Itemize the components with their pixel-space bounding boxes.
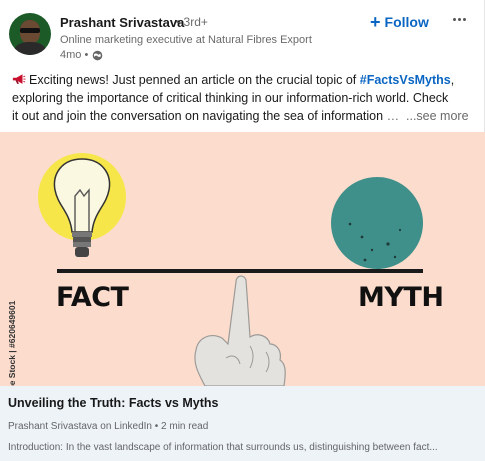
article-link-preview[interactable]: Unveiling the Truth: Facts vs Myths Pras… [0,386,485,461]
ellipsis-icon [452,17,456,21]
hashtag-link[interactable]: #FactsVsMyths [360,73,451,87]
feed-post: Prashant Srivastava • 3rd+ Online market… [0,0,485,461]
myth-label: MYTH [358,282,444,313]
post-text-line-3: it out and join the conversation on navi… [12,107,474,125]
avatar-glasses [20,28,40,33]
author-name[interactable]: Prashant Srivastava [60,15,184,30]
post-text-line-3-text: it out and join the conversation on navi… [12,109,387,123]
bulb-base [72,232,92,237]
pointing-hand-image [194,275,286,386]
article-title[interactable]: Unveiling the Truth: Facts vs Myths [8,396,218,410]
avatar-body [14,42,46,55]
article-description: Introduction: In the vast landscape of i… [8,442,438,453]
megaphone-icon [12,74,26,84]
see-more-button[interactable]: ...see more [406,109,469,123]
more-options-button[interactable] [448,9,470,29]
ball-icon [331,177,423,269]
post-time: 4mo • [60,49,89,61]
follow-label: Follow [384,14,429,30]
stock-watermark: Adobe Stock | #620649601 [7,300,17,386]
post-text: Exciting news! Just penned an article on… [12,71,474,125]
author-headline: Online marketing executive at Natural Fi… [60,34,312,46]
post-text-intro: Exciting news! Just penned an article on… [29,73,360,87]
post-text-line-1: Exciting news! Just penned an article on… [12,71,474,89]
follow-button[interactable]: + Follow [370,11,429,33]
article-image[interactable]: FACT MYTH Adobe Stock | #620649601 [0,132,485,386]
post-text-line-2: exploring the importance of critical thi… [12,91,449,105]
post-text-comma: , [450,73,455,87]
text-ellipsis: … [386,109,400,123]
balance-beam [57,269,423,273]
avatar[interactable] [9,13,51,55]
plus-icon: + [370,12,381,32]
fact-myth-illustration [38,153,423,386]
globe-icon [93,50,103,60]
article-subtitle: Prashant Srivastava on LinkedIn • 2 min … [8,421,209,432]
fact-label: FACT [56,282,129,313]
post-meta: 4mo • [60,49,103,61]
connection-degree: • 3rd+ [176,15,208,29]
